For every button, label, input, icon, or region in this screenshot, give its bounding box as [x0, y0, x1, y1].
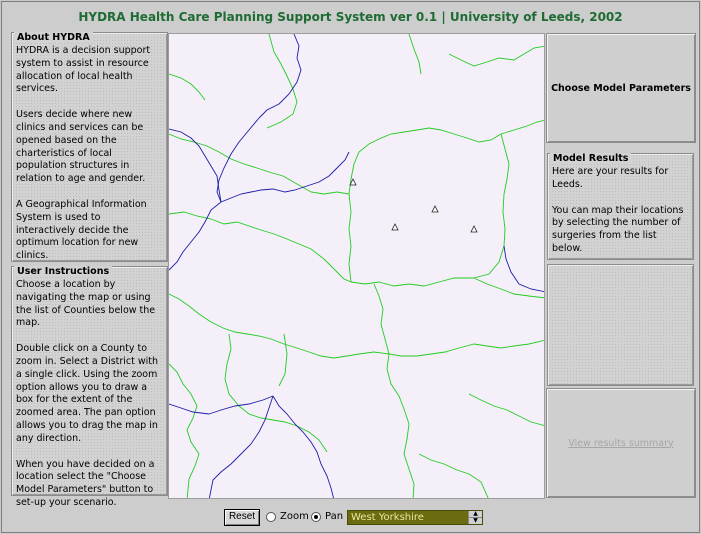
county-spinner[interactable]: ▲ ▼	[468, 511, 482, 524]
map-canvas[interactable]	[168, 33, 545, 499]
zoom-option[interactable]: Zoom	[266, 511, 309, 522]
district-map[interactable]	[169, 34, 545, 499]
instructions-heading: User Instructions	[14, 266, 113, 277]
instructions-text: Double click on a County to zoom in. Sel…	[16, 343, 159, 444]
instructions-panel: User Instructions Choose a location by n…	[11, 266, 168, 508]
about-panel: About HYDRA HYDRA is a decision support …	[11, 32, 168, 262]
instructions-text: When you have decided on a location sele…	[16, 458, 155, 508]
about-heading: About HYDRA	[14, 32, 93, 43]
zoom-radio[interactable]	[266, 511, 276, 522]
about-text: A Geographical Information System is use…	[16, 198, 147, 262]
results-text: Here are your results for Leeds.	[552, 166, 669, 190]
county-select-value: West Yorkshire	[351, 512, 424, 523]
district-borders	[169, 34, 544, 498]
about-text: Users decide where new clinics and servi…	[16, 109, 146, 185]
zoom-label: Zoom	[280, 511, 309, 522]
instructions-text: Choose a location by navigating the map …	[16, 279, 156, 329]
results-heading: Model Results	[550, 153, 632, 164]
about-text: HYDRA is a decision support system to as…	[16, 45, 151, 95]
app-window: HYDRA Health Care Planning Support Syste…	[1, 1, 700, 533]
pan-option[interactable]: Pan	[311, 511, 343, 522]
spin-down-icon[interactable]: ▼	[469, 518, 482, 524]
results-list-panel	[547, 264, 694, 386]
reset-button[interactable]: Reset	[224, 509, 260, 526]
choose-model-parameters-button[interactable]: Choose Model Parameters	[546, 33, 696, 143]
map-controls: Reset Zoom Pan West Yorkshire ▲ ▼	[2, 507, 699, 529]
pan-label: Pan	[325, 511, 344, 522]
county-borders	[169, 34, 544, 498]
clinic-marker-icon	[391, 223, 399, 231]
clinic-marker-icon	[470, 225, 478, 233]
county-select[interactable]: West Yorkshire ▲ ▼	[347, 510, 483, 525]
model-results-panel: Model Results Here are your results for …	[547, 153, 694, 260]
pan-radio[interactable]	[311, 511, 321, 522]
results-text: You can map their locations by selecting…	[552, 204, 684, 254]
app-title: HYDRA Health Care Planning Support Syste…	[78, 10, 623, 24]
clinic-marker-icon	[431, 205, 439, 213]
view-results-summary-button[interactable]: View results summary	[546, 388, 696, 498]
clinic-markers[interactable]	[349, 178, 478, 233]
